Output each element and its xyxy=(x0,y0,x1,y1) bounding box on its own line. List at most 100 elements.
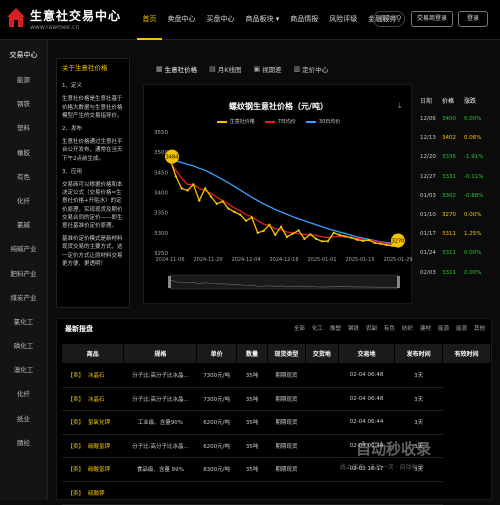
product-name: 冰晶石 xyxy=(88,396,105,403)
tab-2[interactable]: ▣ 视期差 xyxy=(254,64,282,74)
intro-paragraph: 生意社价格通过生意社平台公开发布，通常在当天下午2点前生成。 xyxy=(62,139,123,162)
filter-8[interactable]: 能源 xyxy=(438,324,449,332)
filter-2[interactable]: 橡塑 xyxy=(330,324,341,332)
product-cell[interactable]: 【卖】 碳酸氢钾 xyxy=(61,434,124,458)
site-logo[interactable]: 生意社交易中心 www.rawmex.cn xyxy=(4,5,134,35)
row-price: 3331 xyxy=(442,173,456,180)
sidebar-item-11[interactable]: 磷化工 xyxy=(0,334,47,358)
data-point xyxy=(355,238,359,241)
y-tick-label: 3450 xyxy=(154,170,168,176)
row-price: 3270 xyxy=(442,211,456,218)
sidebar-item-14[interactable]: 纸业 xyxy=(0,407,47,431)
row-price: 3311 xyxy=(442,231,456,238)
sidebar-item-1[interactable]: 钢铁 xyxy=(0,92,47,116)
logo-url: www.rawmex.cn xyxy=(30,24,80,31)
sidebar-item-15[interactable]: 腈纶 xyxy=(0,431,47,455)
product-cell[interactable]: 【卖】 冰晶石 xyxy=(61,363,124,388)
sidebar-item-9[interactable]: 煤炭产业 xyxy=(0,286,47,310)
nav-item-2[interactable]: 买盘中心 xyxy=(201,0,240,40)
search-icon[interactable]: ⚲ xyxy=(396,14,402,23)
latest-offers-title: 最新报盘 xyxy=(65,325,93,333)
table-row[interactable]: 【卖】 氢氧化钾 工业级、含量90% 6200元/吨 35吨 期期现货 02-04 06:4… xyxy=(61,410,491,435)
price-table-row[interactable]: 01/03 3302 -0.88% xyxy=(420,187,492,206)
nav-item-4[interactable]: 商品情报 xyxy=(285,0,324,40)
table-cell: 3天 xyxy=(394,363,443,388)
filter-9[interactable]: 能源 xyxy=(456,324,467,332)
filter-4[interactable]: 农副 xyxy=(366,324,377,332)
intro-paragraph: 2、发布 xyxy=(62,126,82,133)
tab-label: 月K线图 xyxy=(217,66,242,74)
price-table-header: 价格 xyxy=(442,98,455,105)
price-table-row[interactable]: 01/17 3311 1.25% xyxy=(420,225,492,244)
sidebar-item-7[interactable]: 纯碱产业 xyxy=(0,237,47,261)
table-cell xyxy=(305,410,339,435)
table-cell: 期期现货 xyxy=(267,363,306,388)
data-point xyxy=(209,195,213,198)
chart-tabs: ▦ 生意社价格 ▤ 月K线图 ▣ 视期差 ▥ 定价中心 xyxy=(156,64,340,74)
filter-7[interactable]: 建材 xyxy=(420,324,431,332)
row-date: 01/17 xyxy=(420,231,436,238)
product-cell[interactable]: 【卖】 硫酸钾 xyxy=(61,481,124,505)
sidebar-item-8[interactable]: 肥料产业 xyxy=(0,262,47,286)
table-cell: 期期现货 xyxy=(267,410,306,435)
price-table-row[interactable]: 12/13 3402 0.06% xyxy=(420,129,492,148)
product-cell[interactable]: 【卖】 氢氧化钾 xyxy=(61,410,124,435)
table-row[interactable]: 【卖】 冰晶石 分子比:高分子比冰晶... 7300元/吨 35吨 期期现货 02-04 0… xyxy=(61,387,491,411)
price-table-row[interactable]: 12/27 3331 -0.11% xyxy=(420,168,492,187)
table-cell: 6200元/吨 xyxy=(196,434,237,458)
tab-1[interactable]: ▤ 月K线图 xyxy=(209,64,241,74)
price-table-row[interactable]: 12/20 3335 -1.91% xyxy=(420,148,492,167)
filter-6[interactable]: 纺织 xyxy=(402,324,413,332)
table-cell: 工业级、含量90% xyxy=(123,410,197,435)
table-cell xyxy=(196,481,237,505)
data-point xyxy=(274,233,277,237)
table-row[interactable]: 【卖】 硫酸钾 xyxy=(61,481,491,505)
table-cell: 02-04 06:48 xyxy=(338,387,395,411)
table-header-6: 交易地 xyxy=(337,343,396,364)
sidebar-item-3[interactable]: 橡胶 xyxy=(0,141,47,165)
sidebar-item-13[interactable]: 化纤 xyxy=(0,382,47,406)
sidebar-item-4[interactable]: 有色 xyxy=(0,165,47,189)
table-cell xyxy=(338,481,395,505)
price-table-row[interactable]: 12/06 3400 0.00% xyxy=(420,110,492,129)
nav-item-5[interactable]: 风险评级 xyxy=(324,0,363,40)
filter-1[interactable]: 化工 xyxy=(312,324,323,332)
sidebar-item-2[interactable]: 塑料 xyxy=(0,116,47,140)
product-cell[interactable]: 【卖】 碳酸氢钾 xyxy=(61,457,124,482)
x-tick-label: 2025-01-01 xyxy=(307,257,336,263)
table-cell: 35吨 xyxy=(236,363,268,388)
filter-10[interactable]: 其他 xyxy=(474,324,485,332)
offer-filters: 全部 化工 橡塑 钢铁 农副 有色 纺织 建材 能源 能源 其他 xyxy=(287,324,485,332)
data-point xyxy=(198,199,201,202)
price-table-row[interactable]: 01/24 3311 0.00% xyxy=(420,244,492,263)
x-tick-label: 2024-12-18 xyxy=(269,257,298,263)
filter-3[interactable]: 钢铁 xyxy=(348,324,359,332)
login-button[interactable]: 登录 xyxy=(458,11,488,27)
table-cell: 食品级、含量 99% xyxy=(123,457,197,482)
nav-item-3[interactable]: 商品板块 ▾ xyxy=(240,0,285,40)
table-cell xyxy=(236,481,268,505)
data-point xyxy=(291,232,294,235)
sidebar-item-12[interactable]: 溴化工 xyxy=(0,358,47,382)
sidebar-item-10[interactable]: 氯化工 xyxy=(0,310,47,334)
offer-type-tag: 【卖】 xyxy=(67,443,85,450)
tab-0[interactable]: ▦ 生意社价格 xyxy=(156,64,197,74)
tab-3[interactable]: ▥ 定价中心 xyxy=(294,64,329,74)
filter-0[interactable]: 全部 xyxy=(294,324,305,332)
price-table-row[interactable]: 02/03 3311 0.00% xyxy=(420,264,492,283)
filter-5[interactable]: 有色 xyxy=(384,324,395,332)
nav-item-1[interactable]: 卖盘中心 xyxy=(162,0,201,40)
exchange-login-button[interactable]: 交易商登录 xyxy=(411,11,453,27)
sidebar-item-0[interactable]: 能源 xyxy=(0,68,47,92)
sidebar: 交易中心 能源 钢铁 塑料 橡胶 有色 化纤 氯碱 纯碱产业 肥料产业 煤炭产业 氯化工 磷化工 溴化工… xyxy=(0,40,48,500)
chart-canvas[interactable]: 32503300335034003450350035502024-11-06 20… xyxy=(144,85,413,305)
sidebar-item-6[interactable]: 氯碱 xyxy=(0,213,47,237)
nav-item-0[interactable]: 首页 xyxy=(137,0,162,40)
data-point xyxy=(338,233,341,237)
data-point xyxy=(350,236,353,239)
table-cell: 7300元/吨 xyxy=(196,363,237,388)
product-cell[interactable]: 【卖】 冰晶石 xyxy=(61,387,124,411)
table-row[interactable]: 【卖】 冰晶石 分子比:高分子比冰晶... 7300元/吨 35吨 期期现货 02-04 0… xyxy=(61,363,491,388)
sidebar-item-5[interactable]: 化纤 xyxy=(0,189,47,213)
price-table-row[interactable]: 01/10 3270 0.00% xyxy=(420,206,492,225)
